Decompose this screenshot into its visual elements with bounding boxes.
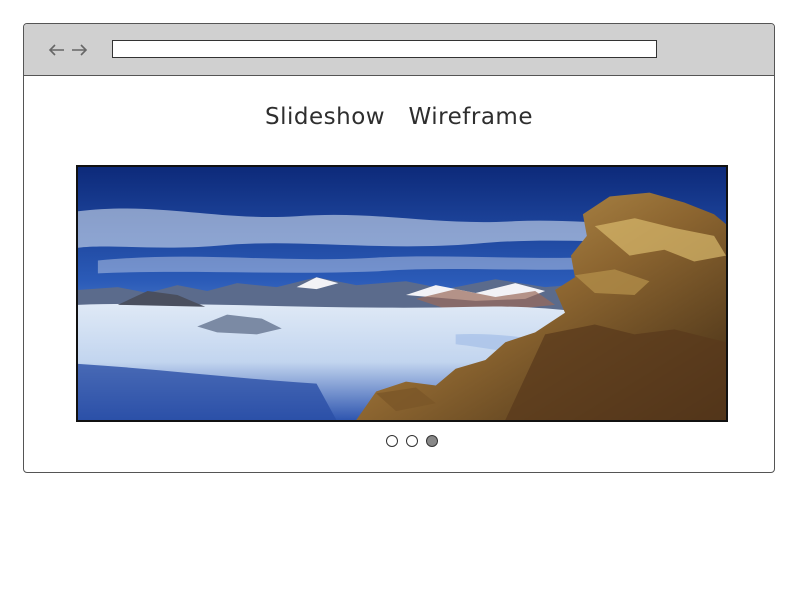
slide-dot-2[interactable] [406,435,418,447]
arrow-left-icon[interactable] [48,40,66,60]
slideshow-image[interactable] [76,165,728,422]
arrow-right-icon[interactable] [70,40,88,60]
landscape-photo [78,167,726,420]
address-bar[interactable] [112,40,657,58]
page-title: Slideshow Wireframe [265,104,533,130]
browser-window: Slideshow Wireframe [23,23,775,473]
slide-dot-1[interactable] [386,435,398,447]
browser-toolbar [24,24,774,76]
nav-arrows [48,40,92,60]
slide-dot-3[interactable] [426,435,438,447]
